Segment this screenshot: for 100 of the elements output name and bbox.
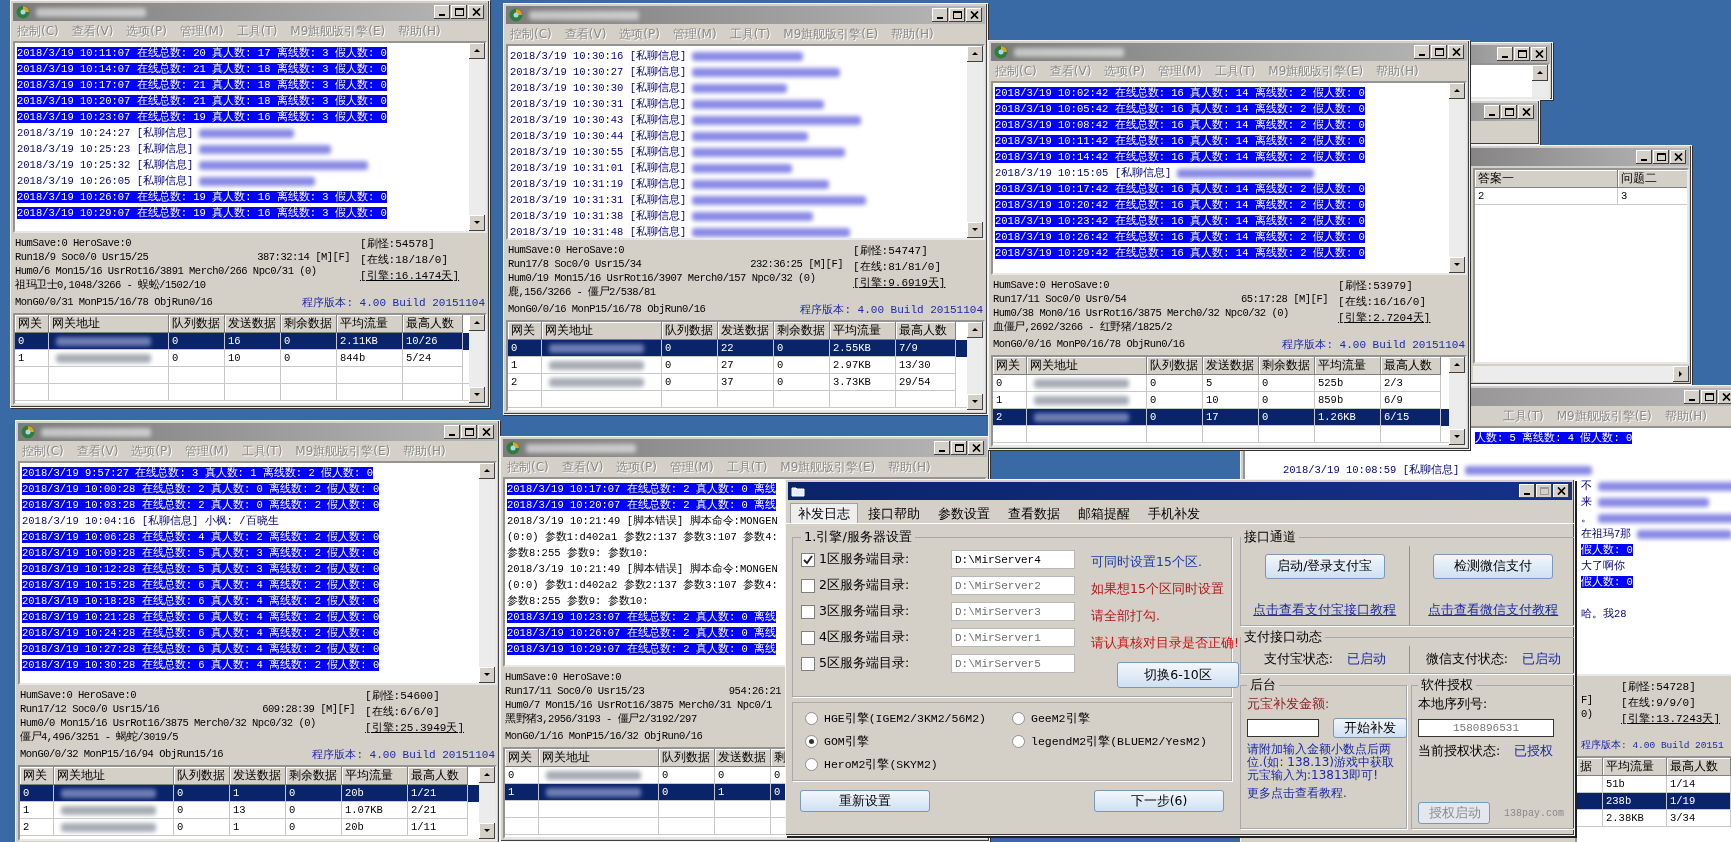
engine-link[interactable]: [引擎:13.7243天] [1621, 711, 1731, 727]
scroll-down-button[interactable] [469, 215, 485, 231]
minimize-button[interactable] [1636, 150, 1652, 164]
column-header[interactable]: 最高人数 [403, 315, 463, 333]
column-header[interactable]: 剩余数据 [281, 315, 337, 333]
scrollbar[interactable] [469, 315, 485, 403]
table-row[interactable]: 238b 1/19 [1577, 793, 1731, 810]
column-header[interactable]: 最高人数 [408, 767, 468, 785]
column-header[interactable]: 平均流量 [1315, 357, 1381, 375]
start-button[interactable]: 开始补发 [1333, 718, 1407, 738]
minimize-button[interactable] [1684, 390, 1700, 404]
column-header[interactable]: 最高人数 [896, 322, 956, 340]
pay-button[interactable]: 检测微信支付 [1433, 554, 1554, 579]
minimize-button[interactable] [444, 425, 460, 439]
maximize-button[interactable] [951, 441, 967, 455]
column-header[interactable]: 据 [1577, 758, 1603, 776]
scroll-up-button[interactable] [479, 463, 495, 479]
tutorial-link[interactable]: 点击查看微信支付教程 [1428, 602, 1559, 619]
reset-button[interactable]: 重新设置 [800, 790, 930, 812]
tab[interactable]: 查看数据 [1000, 503, 1068, 523]
scroll-down-button[interactable] [1449, 429, 1465, 445]
scroll-up-button[interactable] [967, 46, 983, 62]
close-button[interactable] [1670, 150, 1686, 164]
close-button[interactable] [1553, 484, 1569, 498]
column-header[interactable]: 网关 [508, 322, 542, 340]
minimize-button[interactable] [1497, 47, 1513, 61]
tab[interactable]: 手机补发 [1140, 503, 1208, 523]
column-header[interactable]: 网关地址 [49, 315, 169, 333]
column-header[interactable]: 剩余数据 [774, 322, 830, 340]
maximize-button[interactable] [1431, 45, 1447, 59]
scroll-up-button[interactable] [967, 322, 983, 338]
scrollbar[interactable] [479, 767, 495, 839]
scroll-down-button[interactable] [469, 387, 485, 403]
column-header[interactable]: 答案一 [1475, 170, 1618, 188]
scroll-up-button[interactable] [479, 767, 495, 783]
tab[interactable]: 接口帮助 [860, 503, 928, 523]
table-row[interactable]: 2 0 17 0 1.26KB 6/15 [993, 409, 1449, 426]
minimize-button[interactable] [1519, 484, 1535, 498]
scroll-down-button[interactable] [479, 823, 495, 839]
column-header[interactable]: 发送数据 [1203, 357, 1259, 375]
serial-field[interactable]: 1580896531 [1418, 719, 1554, 737]
scrollbar[interactable] [1449, 357, 1465, 445]
column-header[interactable]: 网关地址 [54, 767, 174, 785]
radio-button[interactable] [805, 735, 818, 748]
scrollbar[interactable] [967, 322, 983, 410]
column-header[interactable]: 剩余数据 [286, 767, 342, 785]
close-button[interactable] [968, 441, 984, 455]
scrollbar[interactable] [967, 46, 983, 238]
minimize-button[interactable] [934, 441, 950, 455]
scroll-up-button[interactable] [1449, 357, 1465, 373]
maximize-button[interactable] [949, 8, 965, 22]
scroll-down-button[interactable] [967, 222, 983, 238]
column-header[interactable]: 网关 [20, 767, 54, 785]
next-button[interactable]: 下一步(6) [1094, 790, 1224, 812]
maximize-button[interactable] [1514, 47, 1530, 61]
table-row[interactable]: 51b 1/14 [1577, 776, 1731, 793]
radio-button[interactable] [1012, 735, 1025, 748]
maximize-button[interactable] [461, 425, 477, 439]
maximize-button[interactable] [1536, 484, 1552, 498]
scroll-right-button[interactable] [1673, 366, 1689, 382]
close-button[interactable] [1518, 105, 1534, 119]
column-header[interactable]: 队列数据 [659, 749, 715, 767]
engine-link[interactable]: [引擎:2.7204天] [1338, 310, 1465, 326]
column-header[interactable]: 发送数据 [225, 315, 281, 333]
switch-button[interactable]: 切换6-10区 [1117, 662, 1239, 688]
column-header[interactable]: 平均流量 [1603, 758, 1667, 776]
scrollbar[interactable] [479, 463, 495, 683]
close-button[interactable] [478, 425, 494, 439]
column-header[interactable]: 最高人数 [1381, 357, 1441, 375]
column-header[interactable]: 最高人数 [1667, 758, 1731, 776]
engine-link[interactable]: [引擎:9.6919天] [853, 275, 983, 291]
column-header[interactable]: 网关 [505, 749, 539, 767]
column-header[interactable]: 队列数据 [1147, 357, 1203, 375]
tab[interactable]: 补发日志 [790, 503, 858, 523]
scrollbar[interactable] [469, 43, 485, 231]
scroll-up-button[interactable] [1532, 65, 1548, 81]
minimize-button[interactable] [1484, 105, 1500, 119]
minimize-button[interactable] [434, 5, 450, 19]
minimize-button[interactable] [1414, 45, 1430, 59]
column-header[interactable]: 网关地址 [539, 749, 659, 767]
table-row[interactable]: 2.38KB 3/34 [1577, 810, 1731, 827]
maximize-button[interactable] [451, 5, 467, 19]
maximize-button[interactable] [1701, 390, 1717, 404]
radio-button[interactable] [805, 712, 818, 725]
tab[interactable]: 邮箱提醒 [1070, 503, 1138, 523]
column-header[interactable]: 平均流量 [337, 315, 403, 333]
tutorial-link[interactable]: 点击查看支付宝接口教程 [1253, 602, 1397, 619]
column-header[interactable]: 网关地址 [542, 322, 662, 340]
column-header[interactable]: 网关地址 [1027, 357, 1147, 375]
scroll-up-button[interactable] [469, 43, 485, 59]
maximize-button[interactable] [1501, 105, 1517, 119]
column-header[interactable]: 网关 [993, 357, 1027, 375]
path-field[interactable]: D:\MirServer4 [951, 550, 1075, 569]
column-header[interactable]: 平均流量 [342, 767, 408, 785]
column-header[interactable]: 发送数据 [715, 749, 771, 767]
column-header[interactable]: 发送数据 [230, 767, 286, 785]
close-button[interactable] [1448, 45, 1464, 59]
column-header[interactable]: 队列数据 [662, 322, 718, 340]
scroll-up-button[interactable] [469, 315, 485, 331]
tab[interactable]: 参数设置 [930, 503, 998, 523]
